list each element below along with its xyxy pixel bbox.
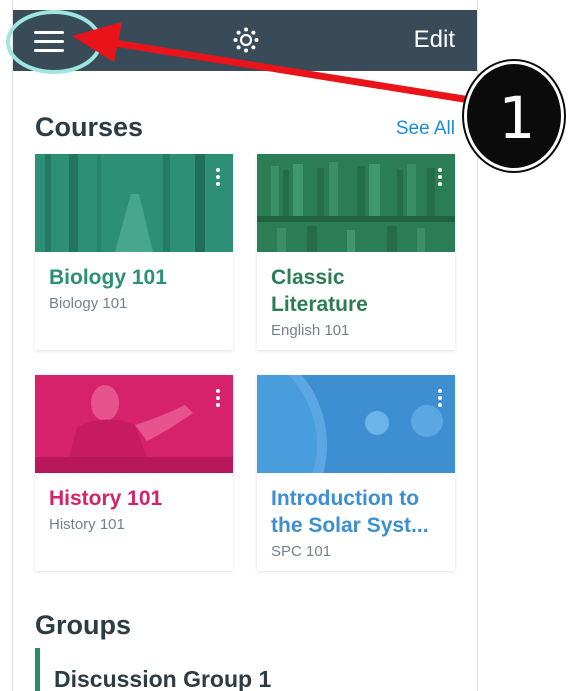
group-name: Discussion Group 1 <box>54 666 272 691</box>
course-code: SPC 101 <box>271 543 332 560</box>
bookshelf-image <box>257 154 455 252</box>
course-title: History 101 <box>49 487 163 510</box>
course-card-solar-system[interactable]: Introduction to the Solar Syst... SPC 10… <box>257 375 455 571</box>
edit-button[interactable]: Edit <box>414 26 455 54</box>
phone-screen: Edit Courses See All Biology 101 Biology… <box>12 0 478 691</box>
course-code: History 101 <box>49 516 125 533</box>
course-title: Introduction to the Solar Syst... <box>271 487 429 537</box>
card-options-icon[interactable] <box>438 168 443 189</box>
card-options-icon[interactable] <box>216 168 221 189</box>
course-title: Biology 101 <box>49 266 167 289</box>
forest-image <box>35 154 233 252</box>
group-item[interactable]: Discussion Group 1 <box>35 648 477 691</box>
canvas-logo-icon <box>233 27 259 53</box>
course-card-image <box>35 154 233 252</box>
card-options-icon[interactable] <box>438 389 443 410</box>
course-card-biology[interactable]: Biology 101 Biology 101 <box>35 154 233 350</box>
course-card-image <box>35 375 233 473</box>
step-badge: 1 <box>464 61 566 175</box>
course-card-image <box>257 154 455 252</box>
step-circle: 1 <box>464 61 564 171</box>
course-card-literature[interactable]: Classic Literature English 101 <box>257 154 455 350</box>
course-card-image <box>257 375 455 473</box>
course-title: Classic Literature <box>271 266 368 316</box>
course-code: Biology 101 <box>49 295 128 312</box>
planet-image <box>257 375 455 473</box>
highlight-ring <box>6 10 102 74</box>
course-code: English 101 <box>271 322 350 339</box>
see-all-link[interactable]: See All <box>396 118 455 140</box>
statue-image <box>35 375 233 473</box>
card-options-icon[interactable] <box>216 389 221 410</box>
course-card-history[interactable]: History 101 History 101 <box>35 375 233 571</box>
courses-heading: Courses <box>35 112 144 142</box>
groups-heading: Groups <box>35 610 132 640</box>
step-number: 1 <box>498 84 536 152</box>
